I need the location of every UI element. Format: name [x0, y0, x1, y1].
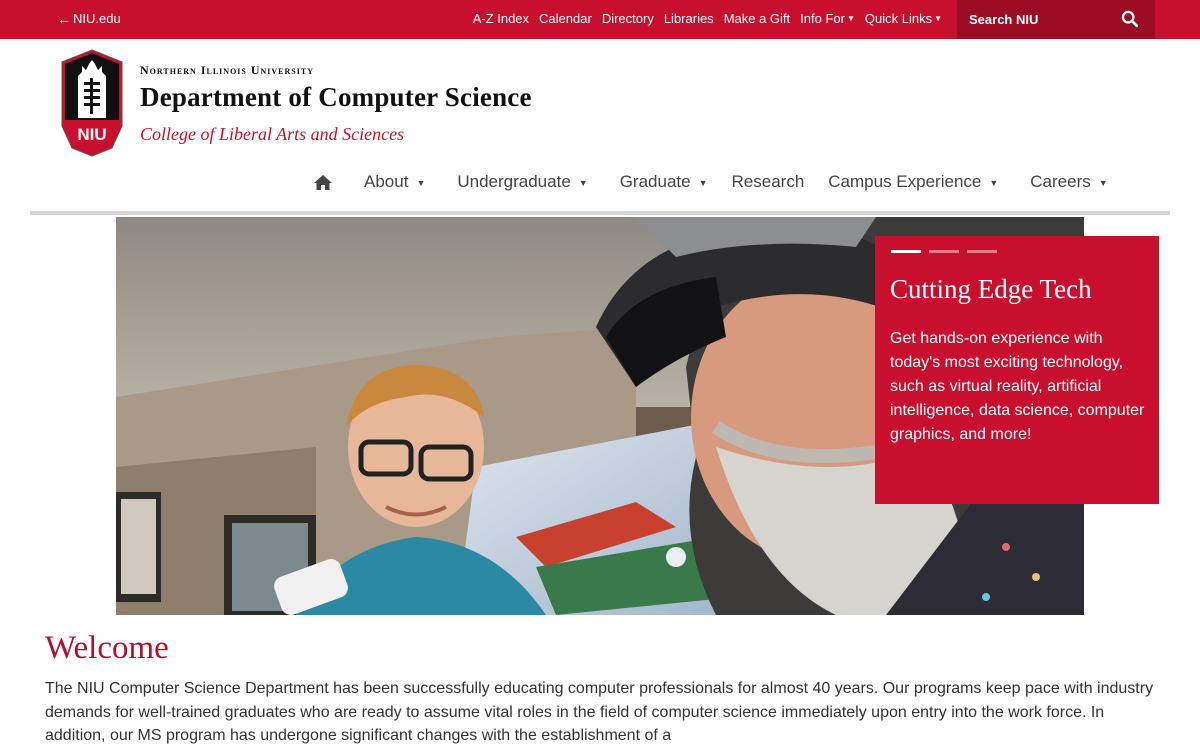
nav-item-careers[interactable]: Careers ▼	[1030, 172, 1107, 192]
utility-link-label: Libraries	[663, 11, 714, 26]
utility-link-calendar[interactable]: Calendar	[539, 11, 592, 26]
nav-item-label: Graduate	[619, 172, 691, 191]
search-icon[interactable]	[1121, 10, 1139, 28]
nav-item-undergraduate[interactable]: Undergraduate ▼	[457, 172, 587, 192]
welcome-heading: Welcome	[45, 630, 169, 666]
caret-down-icon: ▼	[1098, 177, 1108, 188]
university-name: Northern Illinois University	[140, 63, 314, 77]
nav-item-research[interactable]: Research	[732, 172, 805, 192]
nav-item-label: Research	[731, 172, 805, 191]
arrow-left-icon: ←	[57, 10, 71, 27]
utility-link-a-z-index[interactable]: A-Z Index	[473, 11, 529, 26]
main-nav: About ▼ Undergraduate ▼ Graduate ▼ Research…	[313, 172, 1108, 192]
hero-caption: Cutting Edge Tech Get hands-on experienc…	[875, 236, 1159, 504]
logo-text: NIU	[77, 125, 106, 144]
site-search	[957, 0, 1155, 39]
niu-edu-link[interactable]: ← NIU.edu	[57, 11, 121, 26]
niu-logo[interactable]: NIU	[60, 48, 124, 158]
caption-text: Get hands-on experience with today's mos…	[890, 330, 1145, 443]
caret-down-icon: ▼	[989, 177, 999, 188]
utility-link-label: Directory	[601, 11, 654, 26]
nav-item-label: Careers	[1030, 172, 1091, 191]
caption-title: Cutting Edge Tech	[890, 274, 1092, 304]
utility-dropdown-info-for[interactable]: Info For ▼	[800, 11, 855, 26]
nav-item-campus-experience[interactable]: Campus Experience ▼	[828, 172, 998, 192]
nav-item-about[interactable]: About ▼	[364, 172, 425, 192]
niu-edu-label: NIU.edu	[73, 11, 121, 26]
welcome-text: The NIU Computer Science Department has …	[45, 680, 1154, 744]
utility-link-label: Make a Gift	[723, 11, 791, 26]
utility-link-label: Calendar	[539, 11, 592, 26]
caret-down-icon: ▼	[578, 177, 588, 188]
nav-item-label: Undergraduate	[457, 172, 571, 191]
college-name[interactable]: College of Liberal Arts and Sciences	[140, 124, 404, 145]
caret-down-icon: ▼	[416, 177, 426, 188]
utility-link-label: A-Z Index	[472, 11, 530, 26]
nav-item-graduate[interactable]: Graduate ▼	[620, 172, 708, 192]
utility-link-make-a-gift[interactable]: Make a Gift	[724, 11, 790, 26]
home-icon[interactable]	[313, 174, 333, 191]
utility-link-label: Info For	[800, 11, 845, 26]
slide-indicator-1[interactable]	[891, 250, 921, 253]
slide-indicators	[891, 250, 997, 253]
utility-bar: ← NIU.edu A-Z Index Calendar Directory L…	[0, 0, 1200, 39]
utility-link-libraries[interactable]: Libraries	[664, 11, 714, 26]
department-name[interactable]: Department of Computer Science	[140, 82, 532, 113]
utility-link-directory[interactable]: Directory	[602, 11, 654, 26]
caret-down-icon: ▼	[698, 177, 708, 188]
slide-indicator-3[interactable]	[967, 250, 997, 253]
nav-item-label: Campus Experience	[828, 172, 982, 191]
nav-item-label: About	[364, 172, 409, 191]
caret-down-icon: ▼	[846, 14, 855, 23]
caret-down-icon: ▼	[934, 14, 942, 23]
utility-nav: A-Z Index Calendar Directory Libraries M…	[473, 11, 942, 26]
slide-indicator-2[interactable]	[929, 250, 959, 253]
utility-link-label: Quick Links	[864, 11, 933, 26]
search-input[interactable]	[969, 12, 1119, 27]
utility-dropdown-quick-links[interactable]: Quick Links ▼	[865, 11, 942, 26]
nav-divider	[30, 211, 1170, 215]
